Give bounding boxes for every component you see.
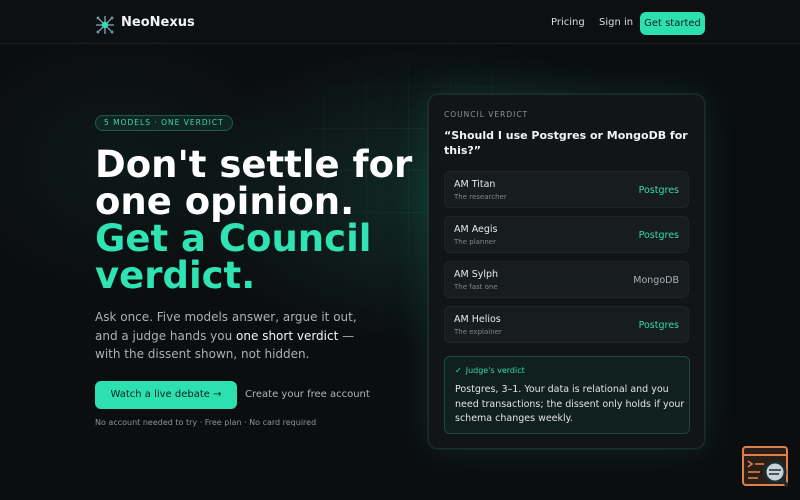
headline-accent-1: Get a Council xyxy=(95,217,372,260)
nav-signin-link[interactable]: Sign in xyxy=(599,17,633,28)
judge-verdict-box: ✓ Judge's verdict Postgres, 3–1. Your dat… xyxy=(444,356,690,434)
watch-button-label: Watch a live debate xyxy=(110,389,210,400)
create-account-link[interactable]: Create your free account xyxy=(245,389,370,400)
model-row: AM Helios The explainer Postgres xyxy=(444,306,689,343)
headline-line-1: Don't settle for xyxy=(95,143,413,186)
model-role: The researcher xyxy=(454,193,507,201)
get-started-button[interactable]: Get started xyxy=(640,12,705,35)
check-icon: ✓ xyxy=(455,366,462,375)
hero-subtitle: Ask once. Five models answer, argue it o… xyxy=(95,308,375,364)
model-name: AM Aegis xyxy=(454,224,498,235)
top-nav-bar: NeoNexus Pricing Sign in Get started xyxy=(0,0,800,44)
model-pick: Postgres xyxy=(638,185,679,196)
model-row: AM Aegis The planner Postgres xyxy=(444,216,689,253)
card-label: COUNCIL VERDICT xyxy=(444,110,529,119)
network-node-icon[interactable] xyxy=(95,15,115,35)
model-row: AM Titan The researcher Postgres xyxy=(444,171,689,208)
headline-accent-2: verdict. xyxy=(95,254,256,297)
terminal-search-icon[interactable] xyxy=(742,446,790,488)
model-role: The planner xyxy=(454,238,496,246)
headline-line-2: one opinion. xyxy=(95,180,355,223)
hero-badge: 5 MODELS · ONE VERDICT xyxy=(95,115,233,131)
model-name: AM Helios xyxy=(454,314,501,325)
model-role: The fast one xyxy=(454,283,498,291)
watch-live-debate-button[interactable]: Watch a live debate → xyxy=(95,381,237,409)
verdict-title: Judge's verdict xyxy=(465,366,525,375)
hero-headline: Don't settle for one opinion. Get a Coun… xyxy=(95,146,425,294)
council-verdict-card: COUNCIL VERDICT “Should I use Postgres o… xyxy=(428,94,705,449)
model-name: AM Sylph xyxy=(454,269,499,280)
model-pick: Postgres xyxy=(638,320,679,331)
model-row: AM Sylph The fast one MongoDB xyxy=(444,261,689,298)
brand-name[interactable]: NeoNexus xyxy=(121,15,195,30)
card-question: “Should I use Postgres or MongoDB for th… xyxy=(444,129,688,157)
subtitle-highlight: one short verdict xyxy=(236,328,339,343)
model-pick: Postgres xyxy=(638,230,679,241)
nav-pricing-link[interactable]: Pricing xyxy=(551,17,585,28)
model-name: AM Titan xyxy=(454,179,496,190)
verdict-text: Postgres, 3–1. Your data is relational a… xyxy=(455,384,685,424)
fine-print: No account needed to try · Free plan · N… xyxy=(95,418,317,427)
verdict-heading: ✓ Judge's verdict xyxy=(455,366,525,375)
model-role: The explainer xyxy=(454,328,502,336)
model-pick: MongoDB xyxy=(633,275,679,286)
arrow-right-icon: → xyxy=(213,389,222,400)
